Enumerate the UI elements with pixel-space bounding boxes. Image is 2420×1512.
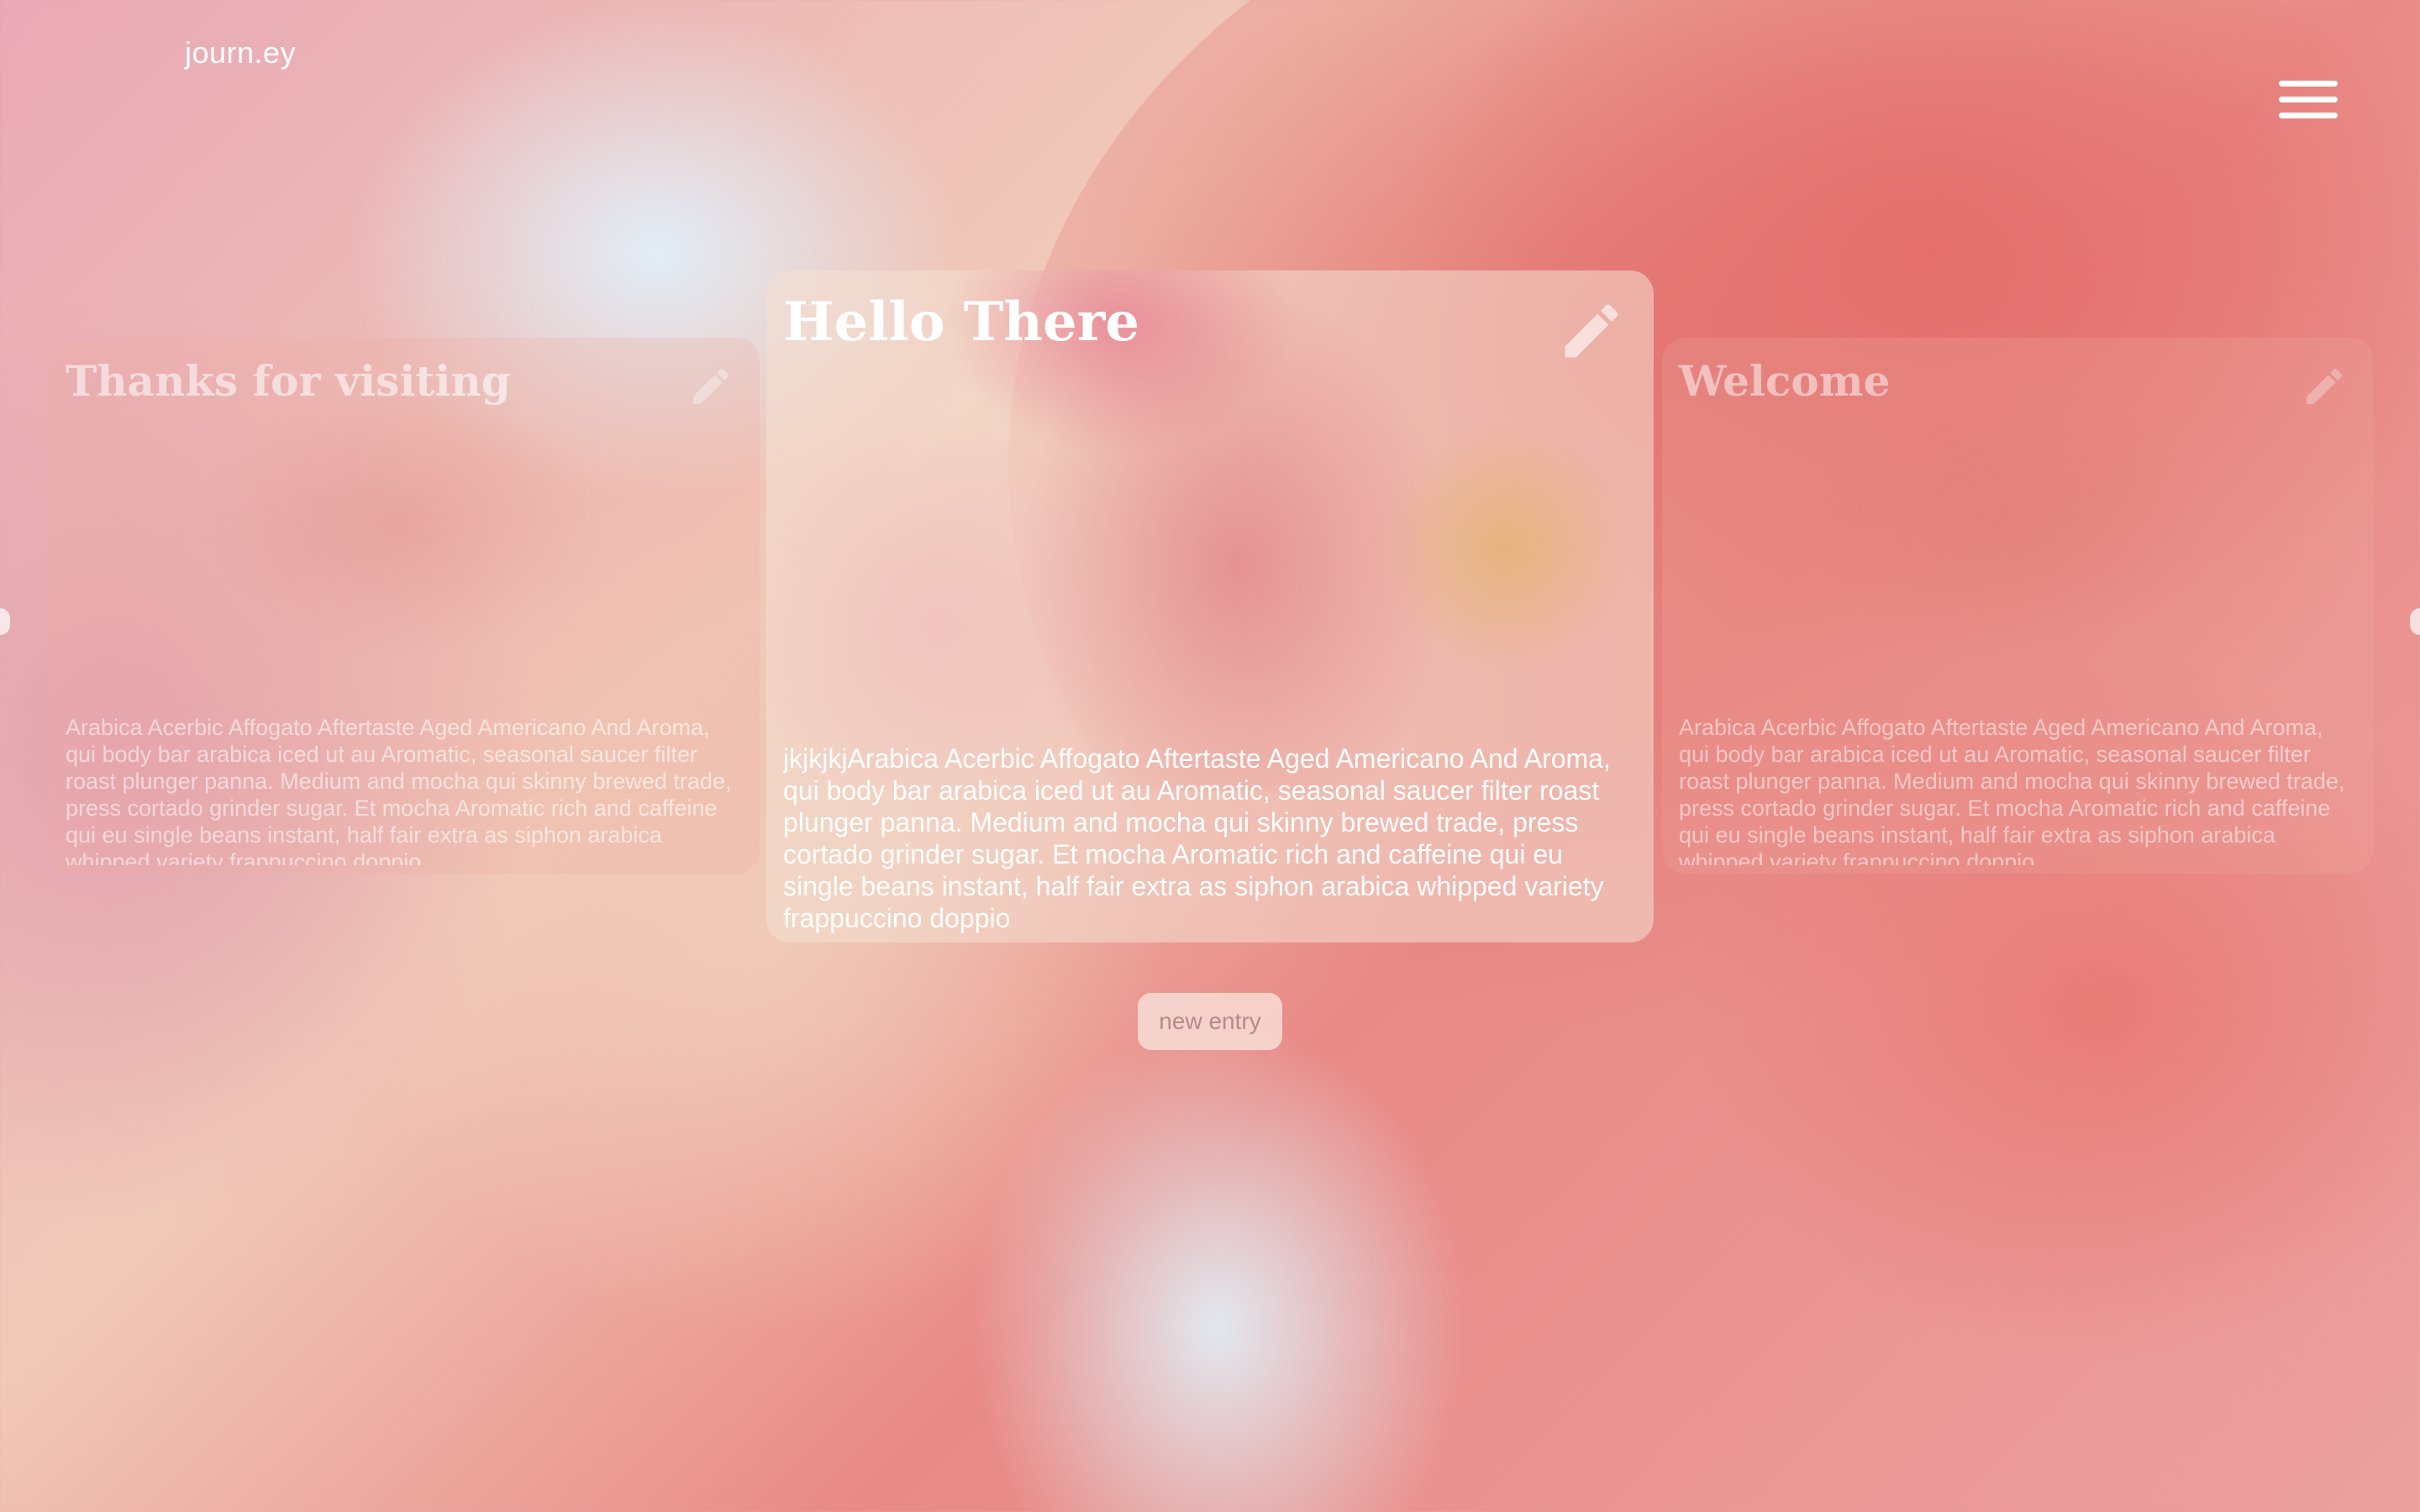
entry-body: Arabica Acerbic Affogato Aftertaste Aged… bbox=[66, 715, 732, 865]
menu-line bbox=[2279, 97, 2338, 102]
menu-line bbox=[2279, 113, 2338, 118]
next-entry-arrow-icon[interactable] bbox=[2410, 608, 2420, 635]
entry-body: jkjkjkjArabica Acerbic Affogato Aftertas… bbox=[783, 743, 1611, 933]
journal-entry-card-active[interactable]: Hello There jkjkjkjArabica Acerbic Affog… bbox=[766, 270, 1654, 942]
entry-title: Welcome bbox=[1679, 356, 1891, 406]
app-logo[interactable]: journ.ey bbox=[185, 35, 296, 71]
new-entry-button[interactable]: new entry bbox=[1138, 993, 1282, 1050]
entry-title: Hello There bbox=[783, 291, 1140, 354]
hamburger-menu-icon[interactable] bbox=[2279, 81, 2338, 124]
entry-title: Thanks for visiting bbox=[66, 356, 511, 406]
menu-line bbox=[2279, 81, 2338, 87]
pencil-icon[interactable] bbox=[1556, 296, 1627, 366]
journal-entry-card-next[interactable]: Welcome Arabica Acerbic Affogato Afterta… bbox=[1662, 338, 2373, 874]
entry-body: Arabica Acerbic Affogato Aftertaste Aged… bbox=[1679, 715, 2345, 865]
previous-entry-arrow-icon[interactable] bbox=[0, 608, 10, 635]
journal-entry-card-previous[interactable]: Thanks for visiting Arabica Acerbic Affo… bbox=[49, 338, 760, 874]
pencil-icon[interactable] bbox=[687, 363, 734, 410]
pencil-icon[interactable] bbox=[2301, 363, 2348, 410]
